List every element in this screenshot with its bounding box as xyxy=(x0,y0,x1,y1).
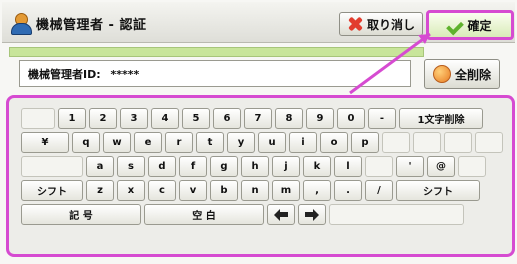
cursor-left-button[interactable] xyxy=(267,204,295,225)
key-blank xyxy=(475,132,503,153)
key-3[interactable]: 3 xyxy=(120,108,148,129)
key-y[interactable]: y xyxy=(227,132,255,153)
key-blank xyxy=(382,132,410,153)
key-minus[interactable]: - xyxy=(368,108,396,129)
key-n[interactable]: n xyxy=(241,180,269,201)
key-p[interactable]: p xyxy=(351,132,379,153)
key-f[interactable]: f xyxy=(179,156,207,177)
key-9[interactable]: 9 xyxy=(306,108,334,129)
key-z[interactable]: z xyxy=(86,180,114,201)
key-yen[interactable]: ¥ xyxy=(21,132,69,153)
software-keyboard: 1 2 3 4 5 6 7 8 9 0 - 1文字削除 ¥ q w e r t … xyxy=(6,95,515,257)
key-t[interactable]: t xyxy=(196,132,224,153)
key-c[interactable]: c xyxy=(148,180,176,201)
shift-right-button[interactable]: シフト xyxy=(396,180,480,201)
key-4[interactable]: 4 xyxy=(151,108,179,129)
key-6[interactable]: 6 xyxy=(213,108,241,129)
key-q[interactable]: q xyxy=(72,132,100,153)
key-blank xyxy=(21,156,83,177)
key-x[interactable]: x xyxy=(117,180,145,201)
key-7[interactable]: 7 xyxy=(244,108,272,129)
cursor-right-button[interactable] xyxy=(298,204,326,225)
key-blank xyxy=(458,156,486,177)
key-0[interactable]: 0 xyxy=(337,108,365,129)
key-2[interactable]: 2 xyxy=(89,108,117,129)
auth-screen: 機械管理者 - 認証 取り消し 確定 機械管理者ID: ***** 全削除 1 … xyxy=(0,0,517,264)
key-d[interactable]: d xyxy=(148,156,176,177)
shift-left-button[interactable]: シフト xyxy=(21,180,83,201)
symbol-button[interactable]: 記 号 xyxy=(21,204,141,225)
key-blank xyxy=(21,108,55,129)
key-w[interactable]: w xyxy=(103,132,131,153)
space-button[interactable]: 空 白 xyxy=(144,204,264,225)
arrow-right-icon xyxy=(305,208,319,221)
key-blank xyxy=(413,132,441,153)
key-v[interactable]: v xyxy=(179,180,207,201)
key-i[interactable]: i xyxy=(289,132,317,153)
key-k[interactable]: k xyxy=(303,156,331,177)
key-period[interactable]: . xyxy=(334,180,362,201)
key-h[interactable]: h xyxy=(241,156,269,177)
key-blank xyxy=(365,156,393,177)
key-l[interactable]: l xyxy=(334,156,362,177)
key-5[interactable]: 5 xyxy=(182,108,210,129)
key-1[interactable]: 1 xyxy=(58,108,86,129)
key-s[interactable]: s xyxy=(117,156,145,177)
key-blank xyxy=(329,204,464,225)
key-comma[interactable]: , xyxy=(303,180,331,201)
key-blank xyxy=(444,132,472,153)
key-at[interactable]: @ xyxy=(427,156,455,177)
key-g[interactable]: g xyxy=(210,156,238,177)
key-a[interactable]: a xyxy=(86,156,114,177)
backspace-button[interactable]: 1文字削除 xyxy=(399,108,483,129)
arrow-left-icon xyxy=(274,208,288,221)
key-m[interactable]: m xyxy=(272,180,300,201)
key-u[interactable]: u xyxy=(258,132,286,153)
key-8[interactable]: 8 xyxy=(275,108,303,129)
key-slash[interactable]: / xyxy=(365,180,393,201)
key-apostrophe[interactable]: ' xyxy=(396,156,424,177)
key-r[interactable]: r xyxy=(165,132,193,153)
key-j[interactable]: j xyxy=(272,156,300,177)
key-b[interactable]: b xyxy=(210,180,238,201)
key-o[interactable]: o xyxy=(320,132,348,153)
key-e[interactable]: e xyxy=(134,132,162,153)
